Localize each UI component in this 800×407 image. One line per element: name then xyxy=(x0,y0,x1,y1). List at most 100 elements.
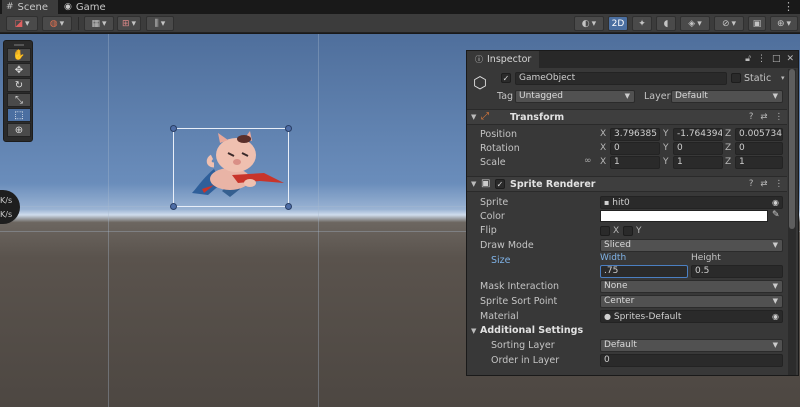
order-in-layer-value: 0 xyxy=(604,355,610,365)
inspector-title: Inspector xyxy=(487,54,532,65)
sprite-sort-point-label: Sprite Sort Point xyxy=(480,296,558,307)
resize-handle-bottom-right[interactable] xyxy=(285,203,292,210)
transform-component-header[interactable]: ▼ ⤢ Transform ? ⇄ ⋮ xyxy=(467,109,787,125)
draw-mode-label: Draw Mode xyxy=(480,240,534,251)
eyedropper-icon[interactable]: ✎ xyxy=(772,210,780,220)
size-width-field[interactable]: .75 xyxy=(600,265,688,278)
mask-interaction-dropdown[interactable]: None ▼ xyxy=(600,280,783,293)
scene-visibility-dropdown[interactable]: ⊘ ▾ xyxy=(714,16,744,31)
mask-interaction-value: None xyxy=(604,281,628,291)
hand-tool-button[interactable]: ✋ xyxy=(7,48,31,62)
shading-mode-dropdown[interactable]: ◐ ▾ xyxy=(574,16,604,31)
tab-inspector[interactable]: ⓘ Inspector xyxy=(467,51,540,68)
color-swatch[interactable] xyxy=(600,210,768,222)
tab-scene[interactable]: # Scene xyxy=(2,0,58,14)
material-label: Material xyxy=(480,311,519,322)
scale-z-field[interactable]: 1 xyxy=(735,156,783,169)
foldout-arrow-icon: ▼ xyxy=(471,180,477,188)
resize-handle-top-left[interactable] xyxy=(170,125,177,132)
gizmos-icon: ⊕ xyxy=(776,18,785,29)
help-icon[interactable]: ? xyxy=(749,112,754,122)
transform-tool-button[interactable]: ⊕ xyxy=(7,123,31,137)
lighting-toggle[interactable]: ✦ xyxy=(632,16,652,31)
camera-settings-button[interactable]: ▣ xyxy=(748,16,766,31)
rotation-x-field[interactable]: 0 xyxy=(610,142,660,155)
size-height-field[interactable]: 0.5 xyxy=(691,265,783,278)
toggle-2d-button[interactable]: 2D xyxy=(608,16,628,31)
more-options-icon[interactable]: ⋮ xyxy=(783,0,794,13)
rotate-tool-button[interactable]: ↻ xyxy=(7,78,31,92)
link-icon[interactable]: ∞ xyxy=(584,156,592,166)
tab-game[interactable]: ◉ Game xyxy=(60,0,110,14)
more-options-icon[interactable]: ⋮ xyxy=(757,51,766,68)
chevron-down-icon: ▼ xyxy=(624,92,630,100)
palette-grip[interactable] xyxy=(14,44,24,46)
scrollbar-thumb[interactable] xyxy=(789,69,795,229)
material-object-field[interactable]: ● Sprites-Default ◉ xyxy=(600,310,783,323)
position-z-value: 0.0057348 xyxy=(739,129,783,139)
lock-icon[interactable]: 🔓︎ xyxy=(745,51,751,68)
order-in-layer-field[interactable]: 0 xyxy=(600,354,783,367)
tag-dropdown[interactable]: Untagged ▼ xyxy=(515,90,635,103)
hand-icon: ✋ xyxy=(12,49,26,61)
scale-tool-button[interactable]: ⤡ xyxy=(7,93,31,107)
position-z-field[interactable]: 0.0057348 xyxy=(735,128,783,141)
help-icon[interactable]: ? xyxy=(749,179,754,189)
more-options-icon[interactable]: ⋮ xyxy=(775,179,784,189)
sprite-renderer-component-header[interactable]: ▼ ▣ ✓ Sprite Renderer ? ⇄ ⋮ xyxy=(467,176,787,192)
flip-y-checkbox[interactable] xyxy=(623,226,633,236)
scale-x-field[interactable]: 1 xyxy=(610,156,660,169)
grid-icon: ▦ xyxy=(91,18,100,29)
mask-interaction-label: Mask Interaction xyxy=(480,281,560,292)
more-options-icon[interactable]: ⋮ xyxy=(775,112,784,122)
global-local-dropdown[interactable]: ◍ ▾ xyxy=(42,16,72,31)
scale-y-field[interactable]: 1 xyxy=(673,156,723,169)
position-y-field[interactable]: -1.764394 xyxy=(673,128,723,141)
inspector-scrollbar[interactable] xyxy=(788,69,796,375)
tab-game-label: Game xyxy=(75,1,106,13)
sprite-sort-point-dropdown[interactable]: Center ▼ xyxy=(600,295,783,308)
gizmos-dropdown[interactable]: ⊕ ▾ xyxy=(770,16,798,31)
move-tool-button[interactable]: ✥ xyxy=(7,63,31,77)
increment-snap-dropdown[interactable]: ⫼ ▾ xyxy=(146,16,174,31)
stats-line: K/s xyxy=(0,196,13,205)
close-icon[interactable]: ✕ xyxy=(786,51,794,68)
move-icon: ✥ xyxy=(14,64,24,76)
scene-toolbar: ◪ ▾ ◍ ▾ ▦ ▾ ⊞ ▾ ⫼ ▾ ◐ ▾ 2D ✦ ◖ ◈ ▾ ⊘ ▾ ▣ ⊕ ▾ xyxy=(0,14,800,33)
gameobject-active-checkbox[interactable]: ✓ xyxy=(501,73,511,83)
chevron-down-icon[interactable]: ▾ xyxy=(781,74,785,82)
object-picker-icon[interactable]: ◉ xyxy=(772,311,779,322)
rect-tool-button[interactable]: ⬚ xyxy=(7,108,31,122)
effects-dropdown[interactable]: ◈ ▾ xyxy=(680,16,710,31)
tool-handle-dropdown[interactable]: ◪ ▾ xyxy=(6,16,38,31)
scale-label: Scale xyxy=(480,157,506,168)
sorting-layer-dropdown[interactable]: Default ▼ xyxy=(600,339,783,352)
position-x-field[interactable]: 3.796385 xyxy=(610,128,660,141)
grid-snap-dropdown[interactable]: ⊞ ▾ xyxy=(117,16,141,31)
draw-mode-dropdown[interactable]: Sliced ▼ xyxy=(600,239,783,252)
resize-handle-bottom-left[interactable] xyxy=(170,203,177,210)
sprite-object-field[interactable]: ▪ hit0 ◉ xyxy=(600,196,783,209)
width-label: Width xyxy=(600,253,627,263)
chevron-down-icon: ▾ xyxy=(591,18,597,29)
sprite-selection-rect[interactable] xyxy=(170,125,292,210)
flip-x-checkbox[interactable] xyxy=(600,226,610,236)
rotation-z-field[interactable]: 0 xyxy=(735,142,783,155)
gameobject-name-field[interactable]: GameObject xyxy=(515,72,727,85)
preset-icon[interactable]: ⇄ xyxy=(760,112,767,122)
additional-settings-label[interactable]: Additional Settings xyxy=(480,325,583,336)
sorting-layer-label: Sorting Layer xyxy=(491,340,555,351)
info-icon: ⓘ xyxy=(475,55,483,64)
layer-dropdown[interactable]: Default ▼ xyxy=(671,90,783,103)
rotation-y-field[interactable]: 0 xyxy=(673,142,723,155)
object-picker-icon[interactable]: ◉ xyxy=(772,197,779,208)
shading-icon: ◐ xyxy=(581,18,590,29)
static-checkbox[interactable] xyxy=(731,73,741,83)
grid-visibility-dropdown[interactable]: ▦ ▾ xyxy=(84,16,114,31)
foldout-arrow-icon[interactable]: ▼ xyxy=(471,327,476,335)
resize-handle-top-right[interactable] xyxy=(285,125,292,132)
audio-toggle[interactable]: ◖ xyxy=(656,16,676,31)
sprite-renderer-enabled-checkbox[interactable]: ✓ xyxy=(495,179,505,189)
preset-icon[interactable]: ⇄ xyxy=(760,179,767,189)
maximize-icon[interactable]: □ xyxy=(772,51,781,68)
